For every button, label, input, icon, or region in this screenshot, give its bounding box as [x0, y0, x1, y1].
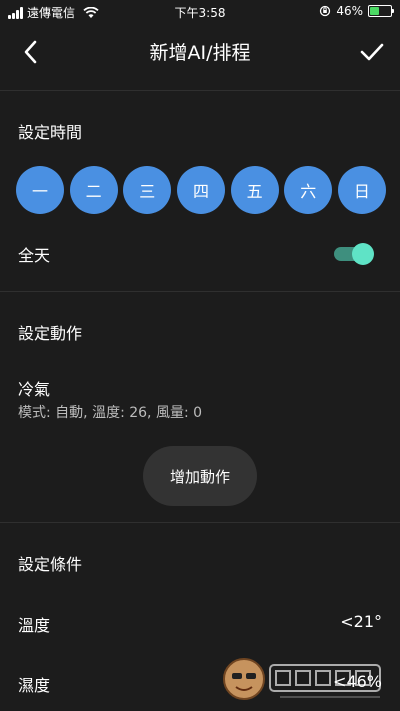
action-name[interactable]: 冷氣	[18, 376, 50, 400]
battery-percent: 46%	[336, 4, 363, 18]
day-button-sat[interactable]: 六	[284, 166, 333, 214]
check-icon[interactable]	[358, 38, 386, 66]
condition-temperature-value[interactable]: <21°	[340, 612, 382, 631]
status-right: 46%	[319, 4, 394, 18]
action-description: 模式: 自動, 溫度: 26, 風量: 0	[18, 405, 203, 421]
day-button-tue[interactable]: 二	[69, 166, 118, 214]
orientation-lock-icon	[320, 5, 331, 17]
day-button-wed[interactable]: 三	[123, 166, 172, 214]
condition-temperature-label[interactable]: 溫度	[18, 612, 50, 636]
nav-bar: 新增AI/排程	[0, 24, 400, 80]
day-button-thu[interactable]: 四	[176, 166, 225, 214]
toggle-knob	[352, 243, 374, 265]
battery-icon	[368, 5, 394, 17]
day-selector: 一 二 三 四 五 六 日	[16, 166, 386, 214]
day-button-sun[interactable]: 日	[337, 166, 386, 214]
status-bar: 遠傳電信 下午3:58 46%	[0, 0, 400, 24]
all-day-toggle[interactable]	[334, 243, 374, 265]
divider	[0, 522, 400, 523]
watermark-logo-icon	[223, 658, 381, 700]
day-button-fri[interactable]: 五	[230, 166, 279, 214]
page-title: 新增AI/排程	[149, 42, 251, 64]
battery-fill	[370, 7, 380, 15]
add-action-button[interactable]: 增加動作	[143, 446, 257, 506]
action-section-title: 設定動作	[18, 324, 83, 343]
divider	[0, 291, 400, 292]
all-day-label: 全天	[18, 246, 51, 265]
condition-section-title: 設定條件	[18, 555, 83, 574]
divider	[0, 90, 400, 91]
condition-humidity-label[interactable]: 濕度	[18, 672, 50, 696]
day-button-mon[interactable]: 一	[16, 166, 64, 214]
time-section-title: 設定時間	[18, 123, 83, 142]
